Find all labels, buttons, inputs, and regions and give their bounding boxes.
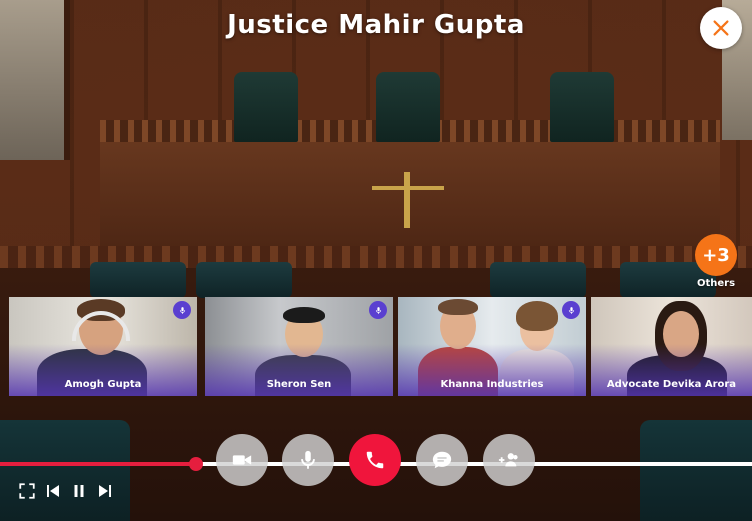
video-call-stage: Justice Mahir Gupta +3 Others Amogh Gupt… <box>0 0 752 521</box>
add-participant-icon <box>498 453 518 467</box>
previous-button[interactable] <box>44 482 62 500</box>
video-camera-icon <box>232 455 252 465</box>
judge-chair <box>376 72 440 142</box>
mic-icon <box>179 306 185 314</box>
participant-name: Amogh Gupta <box>64 379 142 390</box>
player-controls <box>18 482 114 500</box>
participant-name: Advocate Devika Arora <box>606 379 737 390</box>
microphone-button[interactable] <box>282 434 334 486</box>
participant-strip: Amogh Gupta Sheron Sen Khanna Industries… <box>9 297 752 396</box>
mic-icon <box>375 306 381 314</box>
call-controls <box>0 434 752 488</box>
others-count[interactable]: +3 <box>695 234 737 276</box>
mic-indicator <box>369 301 387 319</box>
gallery-seat <box>90 262 186 298</box>
gallery-seat <box>196 262 292 298</box>
end-call-button[interactable] <box>349 434 401 486</box>
others-indicator[interactable]: +3 Others <box>693 234 739 289</box>
skip-previous-icon <box>47 485 59 497</box>
close-icon <box>713 20 729 36</box>
judge-chair <box>234 72 298 142</box>
participant-tile[interactable]: Khanna Industries <box>398 297 586 396</box>
pause-icon <box>74 485 84 497</box>
participant-tile[interactable]: Advocate Devika Arora <box>591 297 752 396</box>
gallery-seat <box>490 262 586 298</box>
close-button[interactable] <box>700 7 742 49</box>
meeting-title: Justice Mahir Gupta <box>227 10 525 40</box>
microphone-icon <box>301 450 315 469</box>
participant-name: Sheron Sen <box>266 379 332 390</box>
skip-next-icon <box>99 485 111 497</box>
fullscreen-icon <box>19 483 35 499</box>
mic-indicator <box>173 301 191 319</box>
chat-icon <box>432 451 452 469</box>
pause-button[interactable] <box>70 482 88 500</box>
participant-tile[interactable]: Sheron Sen <box>205 297 393 396</box>
chat-button[interactable] <box>416 434 468 486</box>
camera-button[interactable] <box>216 434 268 486</box>
participant-name: Khanna Industries <box>440 379 544 390</box>
mic-icon <box>568 306 574 314</box>
add-participant-button[interactable] <box>483 434 535 486</box>
scales-stand <box>404 172 410 228</box>
judge-chair <box>550 72 614 142</box>
next-button[interactable] <box>96 482 114 500</box>
others-label: Others <box>696 278 736 289</box>
participant-tile[interactable]: Amogh Gupta <box>9 297 197 396</box>
end-call-icon <box>366 451 384 469</box>
fullscreen-button[interactable] <box>18 482 36 500</box>
mic-indicator <box>562 301 580 319</box>
